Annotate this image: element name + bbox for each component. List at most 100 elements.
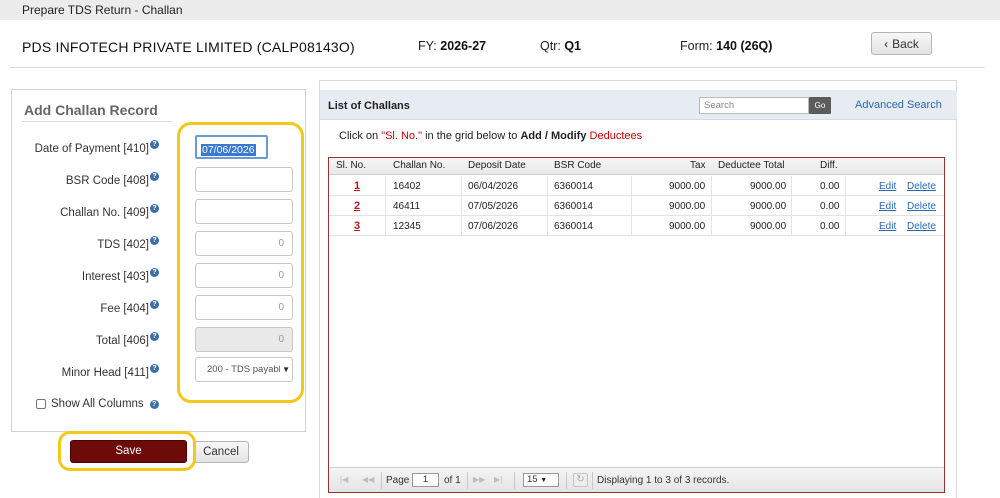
fy-value: 2026-27 (440, 39, 487, 53)
form-value: 140 (26Q) (716, 39, 773, 53)
help-icon[interactable]: ? (150, 364, 159, 373)
help-icon[interactable]: ? (149, 399, 159, 409)
next-page-icon[interactable]: ▶▶ (473, 475, 485, 484)
help-icon[interactable]: ? (150, 204, 159, 213)
fy-label: FY: (418, 39, 437, 53)
fee-input[interactable]: 0 (195, 295, 293, 320)
bsr-code-cell: 6360014 (554, 201, 593, 212)
col-bsr-code[interactable]: BSR Code (554, 160, 601, 171)
minor-head-select[interactable]: 200 - TDS payable ▼ (195, 357, 293, 382)
list-title: List of Challans (328, 100, 410, 112)
pager-status: Displaying 1 to 3 of 3 records. (597, 475, 730, 486)
interest-input[interactable]: 0 (195, 263, 293, 288)
grid-pager: |◀ ◀◀ Page 1 of 1 ▶▶ ▶| 15 ▼ ↻ Displayin… (329, 467, 944, 492)
col-challan-no[interactable]: Challan No. (393, 160, 445, 171)
fy-info: FY: 2026-27 (418, 39, 486, 53)
deductee-total-cell: 9000.00 (750, 221, 787, 232)
form-label: Form: (680, 39, 713, 53)
sl-no-link[interactable]: 3 (354, 220, 360, 232)
challan-no-cell: 12345 (393, 221, 421, 232)
delete-link[interactable]: Delete (907, 201, 936, 212)
header: PDS INFOTECH PRIVATE LIMITED (CALP08143O… (0, 20, 1000, 70)
first-page-icon[interactable]: |◀ (340, 475, 348, 484)
page-number-input[interactable]: 1 (412, 473, 439, 487)
cancel-button[interactable]: Cancel (193, 441, 249, 463)
app-root: Prepare TDS Return - Challan PDS INFOTEC… (0, 0, 1000, 498)
help-icon[interactable]: ? (150, 268, 159, 277)
challan-no-input[interactable] (195, 199, 293, 224)
bsr-code-cell: 6360014 (554, 181, 593, 192)
tds-label: TDS [402]? (97, 236, 159, 251)
challan-no-label: Challan No. [409]? (60, 204, 159, 219)
col-tax[interactable]: Tax (690, 160, 706, 171)
help-icon[interactable]: ? (150, 332, 159, 341)
form-title: Add Challan Record (24, 102, 158, 118)
chevron-down-icon: ▼ (540, 477, 548, 484)
help-icon[interactable]: ? (150, 300, 159, 309)
help-icon[interactable]: ? (150, 172, 159, 181)
sl-no-link[interactable]: 1 (354, 180, 360, 192)
back-label: Back (892, 36, 919, 51)
bsr-code-input[interactable] (195, 167, 293, 192)
challan-no-cell: 16402 (393, 181, 421, 192)
total-input: 0 (195, 327, 293, 352)
show-all-columns-label: Show All Columns (51, 398, 144, 410)
total-label: Total [406]? (96, 332, 159, 347)
list-header: List of Challans Search Go Advanced Sear… (320, 90, 957, 120)
tax-cell: 9000.00 (669, 221, 706, 232)
edit-link[interactable]: Edit (879, 201, 896, 212)
table-row: 2 46411 07/05/2026 6360014 9000.00 9000.… (329, 196, 944, 216)
qtr-value: Q1 (564, 39, 582, 53)
bsr-code-label: BSR Code [408]? (66, 172, 159, 187)
sl-no-link[interactable]: 2 (354, 200, 360, 212)
diff-cell: 0.00 (820, 221, 840, 232)
fee-label: Fee [404]? (100, 300, 159, 315)
qtr-info: Qtr: Q1 (540, 39, 581, 53)
deposit-date-cell: 07/06/2026 (468, 221, 519, 232)
help-icon[interactable]: ? (150, 140, 159, 149)
date-of-payment-input[interactable]: 07/06/2026 (195, 135, 268, 159)
table-row: 3 12345 07/06/2026 6360014 9000.00 9000.… (329, 216, 944, 236)
prev-page-icon[interactable]: ◀◀ (362, 475, 374, 484)
form-title-divider (22, 121, 172, 122)
save-button[interactable]: Save (70, 440, 187, 463)
add-challan-panel: Add Challan Record Date of Payment [410]… (11, 89, 306, 432)
page-of-label: of 1 (444, 475, 461, 486)
chevron-left-icon: ‹ (884, 36, 889, 51)
page-label: Page (386, 475, 410, 486)
minor-head-label: Minor Head [411]? (62, 364, 159, 379)
qtr-label: Qtr: (540, 39, 561, 53)
tax-cell: 9000.00 (669, 181, 706, 192)
back-button[interactable]: ‹ Back (871, 32, 932, 55)
refresh-icon[interactable]: ↻ (573, 473, 588, 487)
window-title: Prepare TDS Return - Challan (0, 0, 1000, 20)
search-input[interactable]: Search (699, 97, 809, 114)
show-all-columns[interactable]: Show All Columns ? (36, 398, 159, 410)
grid-instruction: Click on "Sl. No." in the grid below to … (339, 130, 643, 142)
tax-cell: 9000.00 (669, 201, 706, 212)
edit-link[interactable]: Edit (879, 181, 896, 192)
go-button[interactable]: Go (809, 97, 831, 114)
show-all-columns-checkbox[interactable] (36, 399, 46, 409)
deductee-total-cell: 9000.00 (750, 201, 787, 212)
tds-input[interactable]: 0 (195, 231, 293, 256)
page-size-select[interactable]: 15 ▼ (523, 473, 559, 487)
header-divider (10, 67, 985, 68)
col-sl-no[interactable]: Sl. No. (336, 160, 366, 171)
help-icon[interactable]: ? (150, 236, 159, 245)
last-page-icon[interactable]: ▶| (494, 475, 502, 484)
table-row: 1 16402 06/04/2026 6360014 9000.00 9000.… (329, 176, 944, 196)
deposit-date-cell: 06/04/2026 (468, 181, 519, 192)
advanced-search-link[interactable]: Advanced Search (855, 99, 942, 111)
delete-link[interactable]: Delete (907, 221, 936, 232)
company-name: PDS INFOTECH PRIVATE LIMITED (CALP08143O… (22, 39, 355, 55)
diff-cell: 0.00 (820, 201, 840, 212)
edit-link[interactable]: Edit (879, 221, 896, 232)
interest-label: Interest [403]? (82, 268, 159, 283)
delete-link[interactable]: Delete (907, 181, 936, 192)
col-deductee-total[interactable]: Deductee Total (718, 160, 785, 171)
challan-no-cell: 46411 (393, 201, 421, 212)
grid-header: Sl. No. Challan No. Deposit Date BSR Cod… (329, 158, 944, 175)
col-deposit-date[interactable]: Deposit Date (468, 160, 526, 171)
col-diff[interactable]: Diff. (820, 160, 838, 171)
